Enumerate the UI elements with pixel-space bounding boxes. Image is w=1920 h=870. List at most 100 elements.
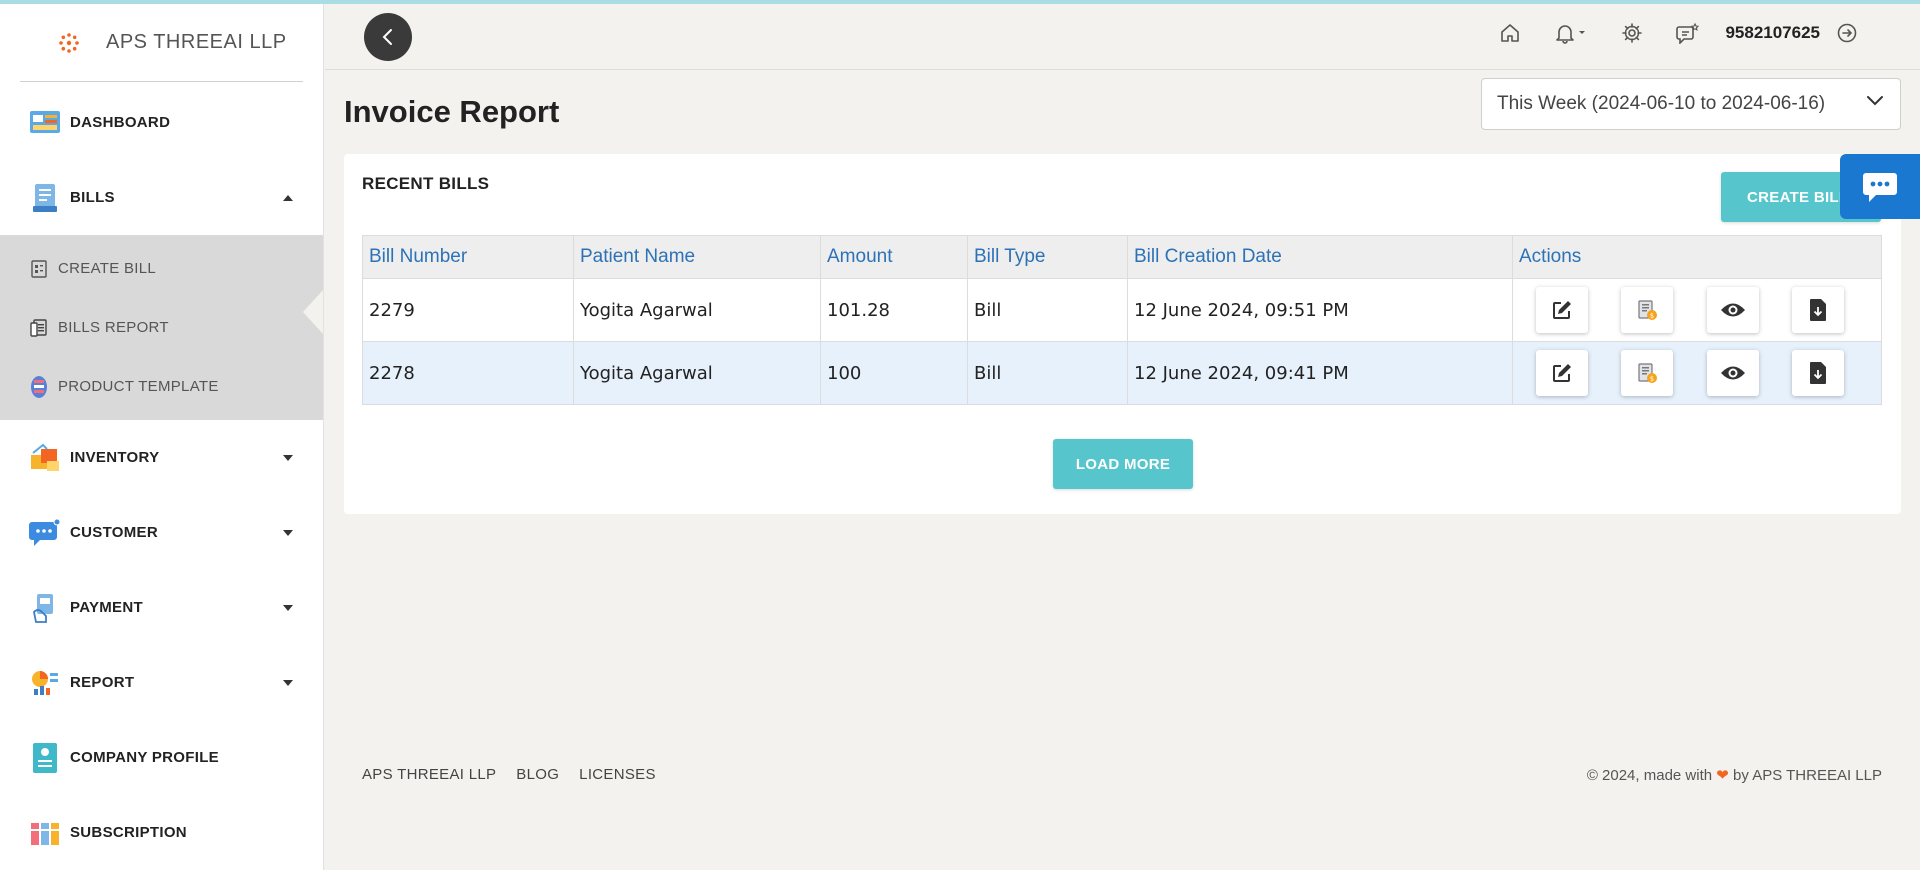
column-header[interactable]: Bill Creation Date — [1127, 235, 1513, 279]
payment-icon — [28, 591, 62, 625]
sidebar-item-label: INVENTORY — [70, 449, 160, 466]
chevron-down-icon — [283, 529, 293, 536]
user-phone[interactable]: 9582107625 — [1725, 23, 1820, 43]
heart-icon: ❤ — [1716, 767, 1729, 784]
topbar-icons: 9582107625 — [1497, 20, 1860, 46]
sidebar-item-inventory[interactable]: INVENTORY — [0, 420, 323, 495]
cell-actions: $ — [1512, 278, 1882, 342]
sidebar-subitem-label: CREATE BILL — [58, 260, 157, 277]
sidebar-item-customer[interactable]: CUSTOMER — [0, 495, 323, 570]
edit-icon — [1552, 364, 1571, 382]
payment-receipt-button[interactable]: $ — [1621, 350, 1674, 396]
sidebar-item-label: REPORT — [70, 674, 135, 691]
sidebar-subitem-product-template[interactable]: PRODUCT TEMPLATE — [0, 357, 323, 416]
file-download-icon — [1810, 362, 1827, 384]
download-button[interactable] — [1792, 350, 1845, 396]
sidebar-subitem-bills-report[interactable]: BILLS REPORT — [0, 298, 323, 357]
card-title: RECENT BILLS — [362, 174, 490, 193]
edit-button[interactable] — [1535, 287, 1588, 333]
footer-link-blog[interactable]: BLOG — [516, 766, 559, 783]
cell-bill-type: Bill — [967, 278, 1128, 342]
report-icon — [28, 666, 62, 700]
chevron-down-icon — [283, 454, 293, 461]
svg-text:$: $ — [1650, 375, 1654, 383]
sidebar-item-label: CUSTOMER — [70, 524, 158, 541]
chevron-up-icon — [283, 194, 293, 201]
cell-patient-name: Yogita Agarwal — [573, 341, 821, 405]
sidebar-item-bills[interactable]: BILLS — [0, 160, 323, 235]
column-header[interactable]: Patient Name — [573, 235, 821, 279]
brand[interactable]: APS THREEAI LLP — [20, 4, 303, 82]
brand-name: APS THREEAI LLP — [106, 31, 287, 53]
sidebar-item-company-profile[interactable]: COMPANY PROFILE — [0, 720, 323, 795]
receipt-icon: $ — [1638, 363, 1658, 383]
sidebar-subitem-create-bill[interactable]: CREATE BILL — [0, 239, 323, 298]
sidebar-item-payment[interactable]: PAYMENT — [0, 570, 323, 645]
copyright-suffix: by APS THREEAI LLP — [1733, 767, 1882, 784]
load-more-button[interactable]: LOAD MORE — [1053, 439, 1193, 489]
sidebar-item-label: PAYMENT — [70, 599, 143, 616]
sidebar-item-dashboard[interactable]: DASHBOARD — [0, 85, 323, 160]
sidebar-subitem-label: BILLS REPORT — [58, 319, 169, 336]
back-button[interactable] — [364, 13, 412, 61]
eye-icon — [1720, 303, 1745, 317]
table-header-row: Bill Number Patient Name Amount Bill Typ… — [362, 235, 1882, 279]
chevron-down-icon — [1867, 96, 1883, 106]
chat-widget-button[interactable] — [1840, 154, 1920, 219]
footer-link-licenses[interactable]: LICENSES — [579, 766, 656, 783]
file-download-icon — [1810, 299, 1827, 321]
cell-creation-date: 12 June 2024, 09:51 PM — [1127, 278, 1513, 342]
cell-creation-date: 12 June 2024, 09:41 PM — [1127, 341, 1513, 405]
cell-amount: 100 — [820, 341, 968, 405]
brand-logo-icon — [56, 30, 82, 56]
view-button[interactable] — [1706, 350, 1759, 396]
copyright: © 2024, made with ❤ by APS THREEAI LLP — [1587, 766, 1882, 784]
download-button[interactable] — [1792, 287, 1845, 333]
product-template-icon — [28, 375, 50, 398]
chevron-down-icon — [283, 679, 293, 686]
active-indicator-notch — [303, 290, 323, 334]
sidebar: APS THREEAI LLP DASHBOARD BILLS CREATE B… — [0, 4, 324, 870]
sidebar-item-label: DASHBOARD — [70, 114, 171, 131]
sidebar-item-report[interactable]: REPORT — [0, 645, 323, 720]
date-range-select[interactable]: This Week (2024-06-10 to 2024-06-16) — [1481, 78, 1901, 130]
chevron-down-icon — [283, 604, 293, 611]
column-header: Actions — [1512, 235, 1882, 279]
inventory-icon — [28, 441, 62, 475]
feedback-icon[interactable] — [1675, 20, 1701, 46]
sidebar-subitem-label: PRODUCT TEMPLATE — [58, 378, 219, 395]
logout-icon[interactable] — [1834, 20, 1860, 46]
cell-bill-number: 2279 — [362, 278, 574, 342]
svg-text:$: $ — [1650, 312, 1654, 320]
bills-table: Bill Number Patient Name Amount Bill Typ… — [362, 235, 1882, 405]
create-bill-icon — [28, 258, 50, 280]
home-icon[interactable] — [1497, 20, 1523, 46]
column-header[interactable]: Bill Type — [967, 235, 1128, 279]
eye-icon — [1720, 366, 1745, 380]
payment-receipt-button[interactable]: $ — [1621, 287, 1674, 333]
cell-bill-type: Bill — [967, 341, 1128, 405]
date-range-value: This Week (2024-06-10 to 2024-06-16) — [1497, 93, 1826, 114]
view-button[interactable] — [1706, 287, 1759, 333]
edit-button[interactable] — [1535, 350, 1588, 396]
cell-actions: $ — [1512, 341, 1882, 405]
topbar: 9582107625 — [325, 4, 1920, 70]
copyright-prefix: © 2024, made with — [1586, 767, 1713, 784]
table-row: 2278 Yogita Agarwal 100 Bill 12 June 202… — [362, 341, 1882, 405]
sidebar-item-subscription[interactable]: SUBSCRIPTION — [0, 795, 323, 870]
bill-icon — [28, 181, 62, 215]
dashboard-icon — [28, 106, 62, 140]
cell-patient-name: Yogita Agarwal — [573, 278, 821, 342]
edit-icon — [1552, 301, 1571, 319]
bell-icon[interactable] — [1553, 20, 1589, 46]
table-row: 2279 Yogita Agarwal 101.28 Bill 12 June … — [362, 278, 1882, 342]
footer-link-company[interactable]: APS THREEAI LLP — [362, 766, 496, 783]
cell-bill-number: 2278 — [362, 341, 574, 405]
footer-links: APS THREEAI LLP BLOG LICENSES — [362, 766, 656, 783]
column-header[interactable]: Bill Number — [362, 235, 574, 279]
cell-amount: 101.28 — [820, 278, 968, 342]
gear-icon[interactable] — [1619, 20, 1645, 46]
page-title: Invoice Report — [344, 94, 560, 129]
sidebar-item-label: BILLS — [70, 189, 115, 206]
column-header[interactable]: Amount — [820, 235, 968, 279]
